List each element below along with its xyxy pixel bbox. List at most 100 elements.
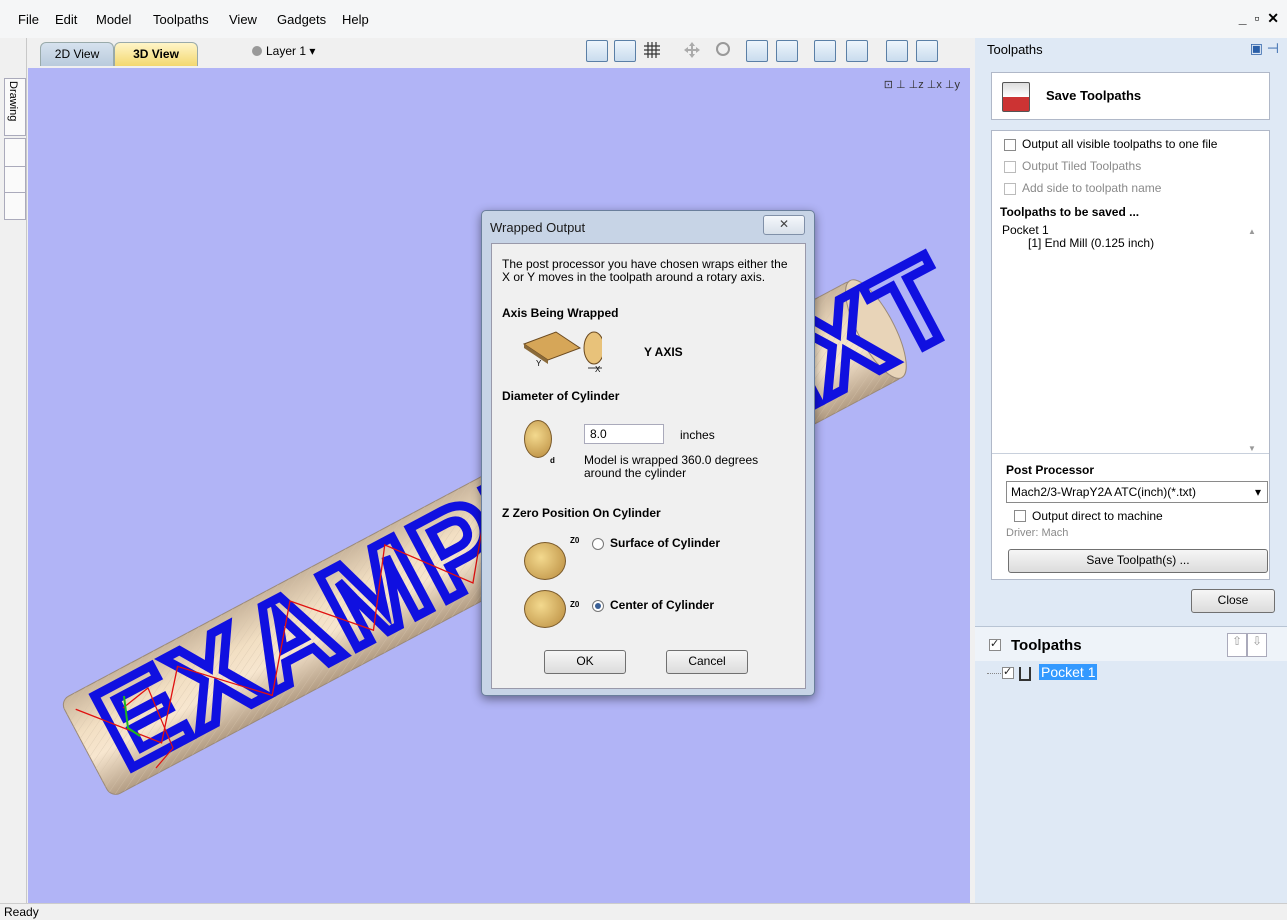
divider	[992, 453, 1269, 454]
side-name-label: Add side to toolpath name	[1022, 181, 1162, 195]
layer-icon	[252, 46, 262, 56]
radio-center[interactable]	[592, 600, 604, 612]
side-name-checkbox	[1004, 183, 1016, 195]
move-down-icon[interactable]: ⇩	[1247, 633, 1267, 657]
diameter-unit: inches	[680, 428, 715, 442]
axis-value: Y AXIS	[644, 345, 683, 359]
split-h-icon[interactable]	[886, 40, 908, 62]
diameter-heading: Diameter of Cylinder	[502, 389, 620, 403]
layer-label: Layer 1 ▾	[266, 44, 316, 58]
scroll-down-icon[interactable]: ▼	[1248, 444, 1256, 453]
dialog-intro: The post processor you have chosen wraps…	[502, 257, 788, 284]
radio-surface[interactable]	[592, 538, 604, 550]
layer-dropdown[interactable]: Layer 1 ▾	[252, 44, 315, 58]
toolpaths-panel: Toolpaths ▣ ⊣ Save Toolpaths Output all …	[975, 38, 1287, 904]
menu-bar: File Edit Model Toolpaths View Gadgets H…	[0, 0, 1287, 66]
view-icon-1[interactable]	[586, 40, 608, 62]
tree-connector	[987, 673, 1001, 674]
tab-3d-view[interactable]: 3D View	[114, 42, 198, 66]
tree-item-pocket[interactable]: Pocket 1	[1039, 664, 1098, 680]
tiled-label: Output Tiled Toolpaths	[1022, 159, 1142, 173]
save-disk-icon	[1002, 82, 1030, 112]
zoom-fit-icon[interactable]	[746, 40, 768, 62]
surface-cylinder-icon	[524, 542, 566, 580]
tab-2d-view[interactable]: 2D View	[40, 42, 114, 66]
tiled-checkbox	[1004, 161, 1016, 173]
option-surface-label[interactable]: Surface of Cylinder	[610, 536, 720, 550]
save-toolpaths-title: Save Toolpaths	[1046, 88, 1142, 103]
tab-empty-1[interactable]	[4, 138, 26, 168]
menu-help[interactable]: Help	[342, 12, 369, 27]
list-scrollbar[interactable]: ▲ ▼	[1246, 227, 1258, 453]
save-toolpaths-header: Save Toolpaths	[991, 72, 1270, 120]
zoom-selection-icon[interactable]	[776, 40, 798, 62]
tab-drawing[interactable]: Drawing	[4, 78, 26, 136]
diameter-icon-label: d	[550, 456, 555, 465]
cancel-button[interactable]: Cancel	[666, 650, 748, 674]
diameter-input[interactable]	[584, 424, 664, 444]
ok-button[interactable]: OK	[544, 650, 626, 674]
menu-file[interactable]: File	[18, 12, 39, 27]
wrapped-output-dialog: Wrapped Output ✕ The post processor you …	[481, 210, 815, 696]
tree-header: Toolpaths ⇧ ⇩	[975, 627, 1287, 661]
scroll-up-icon[interactable]: ▲	[1248, 227, 1256, 236]
menu-view[interactable]: View	[229, 12, 257, 27]
panel-title: Toolpaths	[987, 42, 1043, 57]
pocket-tool-icon	[1019, 667, 1031, 681]
post-processor-heading: Post Processor	[1006, 463, 1095, 477]
list-item: Pocket 1	[1002, 223, 1049, 237]
tab-empty-2[interactable]	[4, 166, 26, 194]
diameter-icon	[524, 420, 552, 458]
save-options-box: Output all visible toolpaths to one file…	[991, 130, 1270, 580]
close-button[interactable]: Close	[1191, 589, 1275, 613]
tree-header-title: Toolpaths	[1011, 637, 1082, 654]
axis-wrap-icon: Y X	[522, 331, 602, 372]
axis-heading: Axis Being Wrapped	[502, 306, 619, 320]
to-save-list[interactable]: Pocket 1 [1] End Mill (0.125 inch)	[998, 223, 1262, 459]
move-up-icon[interactable]: ⇧	[1227, 633, 1247, 657]
list-item: [1] End Mill (0.125 inch)	[1028, 236, 1155, 250]
iso-view-icon[interactable]	[814, 40, 836, 62]
chevron-down-icon: ▾	[1254, 485, 1261, 499]
split-v-icon[interactable]	[916, 40, 938, 62]
axis-view-icons[interactable]: ⊡ ⊥ ⊥z ⊥x ⊥y	[884, 78, 960, 91]
wrap-note: Model is wrapped 360.0 degrees around th…	[584, 453, 759, 480]
grid-icon[interactable]	[642, 40, 662, 60]
post-processor-value: Mach2/3-WrapY2A ATC(inch)(*.txt)	[1011, 485, 1196, 499]
window-controls[interactable]: _ ▫ ✕	[1239, 10, 1281, 27]
output-all-label: Output all visible toolpaths to one file	[1022, 137, 1218, 151]
zzero-heading: Z Zero Position On Cylinder	[502, 506, 661, 520]
save-toolpaths-button[interactable]: Save Toolpath(s) ...	[1008, 549, 1268, 573]
zoom-icon[interactable]	[714, 40, 734, 60]
option-center-label[interactable]: Center of Cylinder	[610, 598, 714, 612]
menu-gadgets[interactable]: Gadgets	[277, 12, 326, 27]
output-direct-checkbox[interactable]	[1014, 510, 1026, 522]
output-all-checkbox[interactable]	[1004, 139, 1016, 151]
axis-y-glyph: Y	[536, 359, 542, 368]
menu-toolpaths[interactable]: Toolpaths	[153, 12, 209, 27]
menu-model[interactable]: Model	[96, 12, 131, 27]
tab-empty-3[interactable]	[4, 192, 26, 220]
status-bar: Ready	[0, 903, 1287, 920]
left-tab-strip: Drawing	[0, 38, 27, 903]
pan-icon[interactable]	[682, 40, 702, 60]
to-save-heading: Toolpaths to be saved ...	[1000, 205, 1140, 219]
tab-drawing-label: Drawing	[7, 81, 19, 122]
driver-label: Driver: Mach	[1006, 527, 1069, 539]
toolpaths-tree-panel: Toolpaths ⇧ ⇩ Pocket 1	[975, 626, 1287, 904]
center-z0-label: Z0	[570, 600, 580, 609]
tree-header-checkbox[interactable]	[989, 637, 1001, 651]
output-direct-label: Output direct to machine	[1032, 509, 1163, 523]
view-icon-2[interactable]	[614, 40, 636, 62]
menu-edit[interactable]: Edit	[55, 12, 77, 27]
panel-pin-icon[interactable]: ▣ ⊣	[1250, 40, 1279, 57]
tree-item-checkbox[interactable]	[1002, 665, 1014, 679]
center-cylinder-icon	[524, 590, 566, 628]
side-view-icon[interactable]	[846, 40, 868, 62]
dialog-close-button[interactable]: ✕	[763, 215, 805, 235]
post-processor-select[interactable]: Mach2/3-WrapY2A ATC(inch)(*.txt) ▾	[1006, 481, 1268, 503]
status-text: Ready	[4, 905, 39, 919]
axis-x-glyph: X	[595, 365, 601, 372]
dialog-title: Wrapped Output	[490, 220, 586, 235]
dialog-body: The post processor you have chosen wraps…	[491, 243, 806, 689]
